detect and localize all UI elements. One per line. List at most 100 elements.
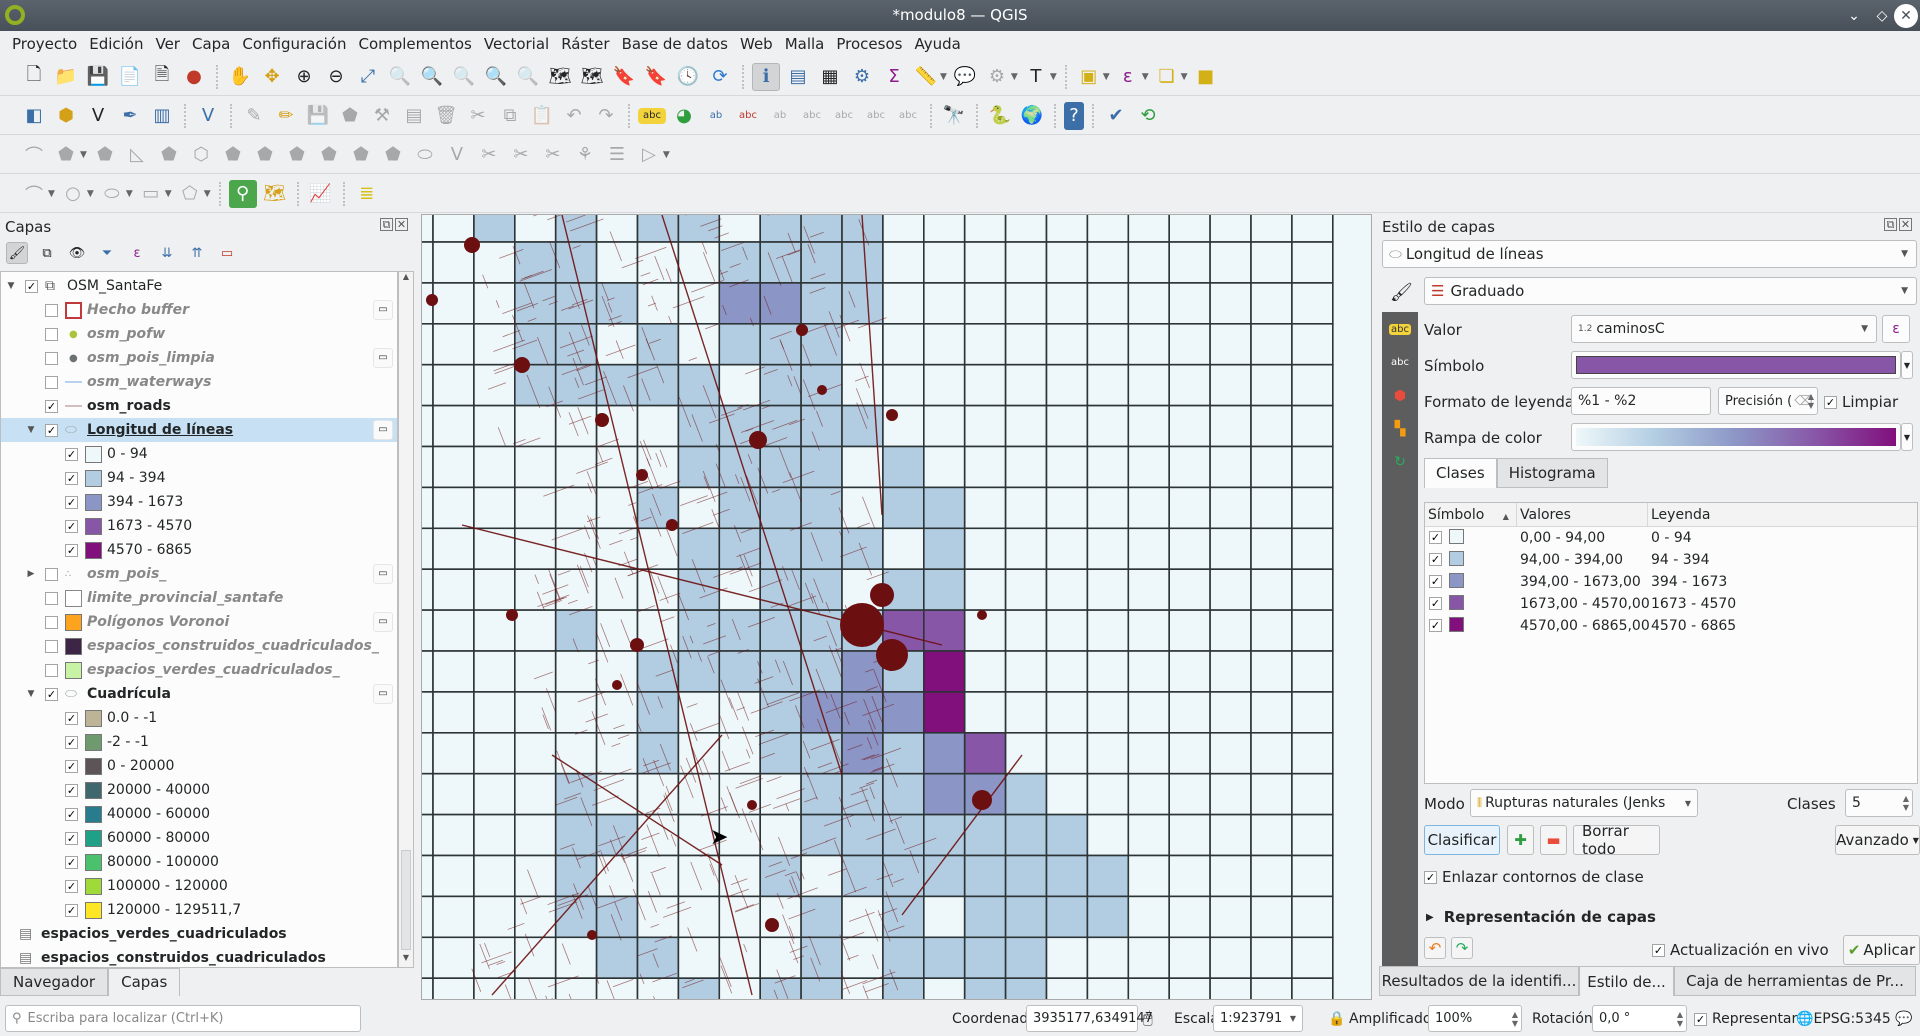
annotation-icon[interactable]: ⚙ xyxy=(983,63,1011,91)
add-polygon-icon[interactable]: ⬟ xyxy=(336,102,364,130)
layer-visibility-checkbox[interactable] xyxy=(45,615,58,629)
tab-histograma[interactable]: Histograma xyxy=(1496,458,1608,488)
statistical-summary-icon[interactable]: Σ xyxy=(880,63,908,91)
mouse-coords-toggle-icon[interactable]: 🖱 xyxy=(1143,1008,1153,1028)
merge-attributes-icon[interactable]: ✂ xyxy=(539,141,567,169)
tab-clases[interactable]: Clases xyxy=(1424,458,1497,488)
class-row[interactable]: ✓ 0,00 - 94,00 0 - 94 xyxy=(1425,527,1917,549)
simplify-icon[interactable]: ⬟ xyxy=(155,141,183,169)
menu-procesos[interactable]: Procesos xyxy=(830,35,908,53)
masks-icon[interactable]: abc xyxy=(1385,348,1415,378)
layer-visibility-checkbox[interactable]: ✓ xyxy=(65,471,78,485)
collapse-arrow-icon[interactable]: ▼ xyxy=(5,281,17,291)
embedded-widget-icon[interactable]: ▭ xyxy=(373,564,393,584)
class-checkbox[interactable]: ✓ xyxy=(1429,619,1442,632)
spin-arrows-icon[interactable]: ▲ ▼ xyxy=(1512,1010,1518,1028)
modify-attributes-icon[interactable]: ▤ xyxy=(400,102,428,130)
select-by-expression-icon[interactable]: ε xyxy=(1114,63,1142,91)
layer-tree-item[interactable]: espacios_construidos_cuadriculados_ xyxy=(1,634,397,658)
layer-rendering-section[interactable]: ▶ Representación de capas xyxy=(1426,908,1656,926)
class-checkbox[interactable]: ✓ xyxy=(1429,553,1442,566)
vertex-editor-icon[interactable]: V xyxy=(443,141,471,169)
color-ramp-button[interactable] xyxy=(1571,423,1901,451)
layer-tree-scrollbar[interactable]: ▲ ▼ xyxy=(398,271,414,968)
layer-visibility-checkbox[interactable]: ✓ xyxy=(65,711,78,725)
value-field[interactable]: 1.2 caminosC ▼ xyxy=(1571,315,1877,343)
layer-visibility-checkbox[interactable] xyxy=(45,375,58,389)
menu-edicion[interactable]: Edición xyxy=(83,35,149,53)
spin-arrows-icon[interactable]: ▲ ▼ xyxy=(1808,392,1814,410)
expand-all-icon[interactable]: ⇊ xyxy=(156,242,178,264)
zoom-to-layer-icon[interactable]: 🔍 xyxy=(418,63,446,91)
text-annotation-icon[interactable]: T xyxy=(1022,63,1050,91)
menu-proyecto[interactable]: Proyecto xyxy=(6,35,83,53)
spin-arrows-icon[interactable]: ▲ ▼ xyxy=(1677,1010,1683,1028)
processing-toolbox-icon[interactable]: ⚙ xyxy=(848,63,876,91)
layer-visibility-checkbox[interactable]: ✓ xyxy=(25,279,38,293)
rectangle-icon[interactable]: ▭ xyxy=(137,180,165,208)
layer-tree-item[interactable]: ✓ 0 - 94 xyxy=(1,442,397,466)
menu-configuracion[interactable]: Configuración xyxy=(236,35,352,53)
open-project-icon[interactable]: 📁 xyxy=(52,63,80,91)
menu-capa[interactable]: Capa xyxy=(186,35,236,53)
delete-selected-icon[interactable]: 🗑 xyxy=(432,102,460,130)
zoom-native-icon[interactable]: 🔍 xyxy=(450,63,478,91)
layer-tree-item[interactable]: ✓ 20000 - 40000 xyxy=(1,778,397,802)
close-panel-icon[interactable]: ✕ xyxy=(395,218,408,231)
embedded-widget-icon[interactable]: ▭ xyxy=(373,420,393,440)
zoom-full-icon[interactable]: ⤢ xyxy=(354,63,382,91)
layer-visibility-checkbox[interactable] xyxy=(45,591,58,605)
minimize-button[interactable]: ⌄ xyxy=(1842,4,1866,28)
new-temporary-layer-icon[interactable]: ▥ xyxy=(148,102,176,130)
profile-tool-icon[interactable]: 📈 xyxy=(307,180,335,208)
layer-tree-item[interactable]: limite_provincial_santafe xyxy=(1,586,397,610)
layer-visibility-checkbox[interactable] xyxy=(45,639,58,653)
cut-icon[interactable]: ✂ xyxy=(464,102,492,130)
topology-checker-icon[interactable]: ✔ xyxy=(1102,102,1130,130)
class-checkbox[interactable]: ✓ xyxy=(1429,575,1442,588)
trim-checkbox-box[interactable]: ✓ xyxy=(1824,395,1837,409)
save-edits-icon[interactable]: 💾 xyxy=(304,102,332,130)
label-settings-icon[interactable]: abc xyxy=(862,102,890,130)
layer-tree-item[interactable]: Polígonos Voronoi ▭ xyxy=(1,610,397,634)
layer-tree-item[interactable]: ✓ 94 - 394 xyxy=(1,466,397,490)
filter-legend-icon[interactable]: ⏷ xyxy=(96,242,118,264)
layer-visibility-checkbox[interactable] xyxy=(45,327,58,341)
layer-tree-item[interactable]: ✓ 100000 - 120000 xyxy=(1,874,397,898)
help-icon[interactable]: ? xyxy=(1064,101,1084,130)
menu-malla[interactable]: Malla xyxy=(779,35,831,53)
map-tips-icon[interactable]: 💬 xyxy=(951,63,979,91)
link-boundaries-checkbox[interactable]: ✓ Enlazar contornos de clase xyxy=(1424,868,1644,886)
class-row[interactable]: ✓ 4570,00 - 6865,00 4570 - 6865 xyxy=(1425,615,1917,637)
rotate-point-icon[interactable]: ⚘ xyxy=(571,141,599,169)
class-checkbox[interactable]: ✓ xyxy=(1429,531,1442,544)
history-icon[interactable]: ↻ xyxy=(1385,447,1415,477)
filter-by-expression-icon[interactable]: ε xyxy=(126,242,148,264)
tab-identify-results[interactable]: Resultados de la identifi... xyxy=(1379,966,1579,996)
tab-layer-styling[interactable]: Estilo de... xyxy=(1579,966,1674,996)
toggle-editing-icon[interactable]: ✏ xyxy=(272,102,300,130)
measure-icon[interactable]: 📏 xyxy=(912,63,940,91)
delete-part-icon[interactable]: ⬟ xyxy=(315,141,343,169)
layer-tree-item[interactable]: Hecho buffer ▭ xyxy=(1,298,397,322)
layer-visibility-checkbox[interactable]: ✓ xyxy=(45,687,58,701)
diagrams-icon[interactable]: ▚ xyxy=(1385,414,1415,444)
regular-polygon-icon[interactable]: ⬠ xyxy=(176,180,204,208)
layer-visibility-checkbox[interactable]: ✓ xyxy=(65,735,78,749)
align-icon[interactable]: ☰ xyxy=(603,141,631,169)
advanced-button[interactable]: Avanzado ▼ xyxy=(1835,825,1920,855)
layer-visibility-checkbox[interactable]: ✓ xyxy=(65,783,78,797)
float-panel-icon[interactable]: ⧉ xyxy=(1884,218,1897,231)
new-shapefile-icon[interactable]: V xyxy=(84,102,112,130)
reshape-features-icon[interactable]: ⬟ xyxy=(347,141,375,169)
layer-tree-item[interactable]: ▤ espacios_verdes_cuadriculados xyxy=(1,922,397,946)
layer-visibility-checkbox[interactable]: ✓ xyxy=(65,879,78,893)
pan-icon[interactable]: ✋ xyxy=(226,63,254,91)
vertex-tool-icon[interactable]: ⚒ xyxy=(368,102,396,130)
layer-tree-item[interactable]: ✓ 40000 - 60000 xyxy=(1,802,397,826)
georeferencer-icon[interactable]: 🗺 xyxy=(261,180,289,208)
diagram-tool-icon[interactable]: ◕ xyxy=(670,102,698,130)
redo-style-button[interactable]: ↷ xyxy=(1451,937,1473,959)
delete-ring-icon[interactable]: ⬟ xyxy=(283,141,311,169)
zoom-out-icon[interactable]: ⊖ xyxy=(322,63,350,91)
